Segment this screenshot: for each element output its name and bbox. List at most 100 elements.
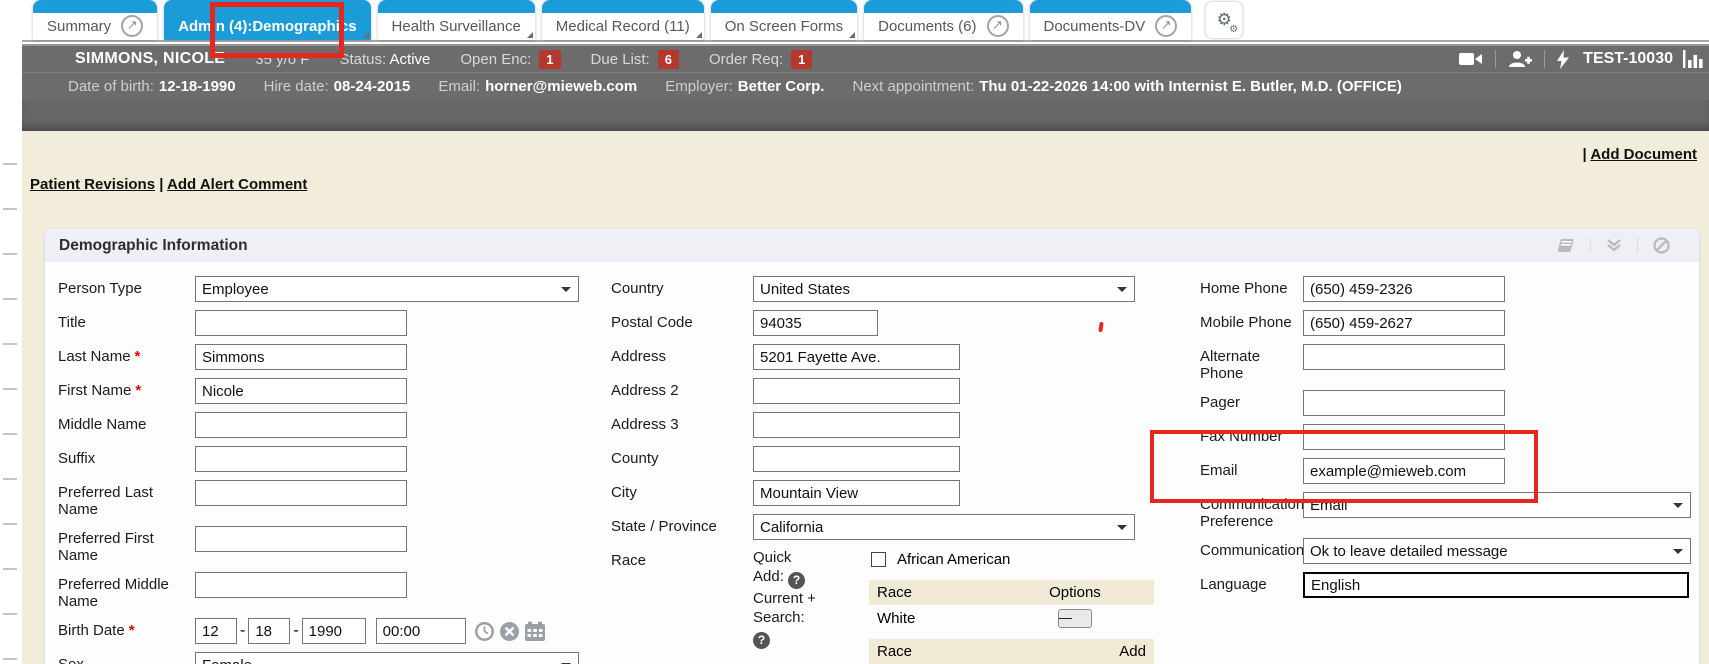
preferred-middle-name-field[interactable] <box>195 572 407 598</box>
first-name-field[interactable] <box>195 378 407 404</box>
tab-corner-fold-icon <box>849 32 855 38</box>
title-field[interactable] <box>195 310 407 336</box>
next-appointment-value: Thu 01-22-2026 14:00 with Internist E. B… <box>979 78 1402 95</box>
remove-race-button[interactable]: — <box>1058 609 1092 628</box>
order-req-label: Order Req: <box>709 51 783 68</box>
state-province-select[interactable]: California <box>753 514 1135 540</box>
preferred-first-name-field[interactable] <box>195 526 407 552</box>
tab-settings[interactable]: ⚙ ⚙ <box>1206 2 1242 38</box>
tab-documents-dv-label: Documents-DV <box>1044 18 1146 35</box>
form-row-country: Country United States <box>611 276 1156 302</box>
middle-name-field[interactable] <box>195 412 407 438</box>
sex-select[interactable]: Female <box>195 652 579 664</box>
clear-date-icon[interactable] <box>499 621 520 642</box>
field-label: Address 2 <box>611 378 753 404</box>
field-label: Country <box>611 276 753 302</box>
add-alert-comment-link[interactable]: Add Alert Comment <box>167 176 307 193</box>
help-icon[interactable]: ? <box>788 572 805 589</box>
birth-year-field[interactable] <box>302 618 366 644</box>
selected-value: Email <box>1310 497 1348 514</box>
open-enc-badge[interactable]: 1 <box>539 50 560 69</box>
preferred-last-name-field[interactable] <box>195 480 407 506</box>
person-type-select[interactable]: Employee <box>195 276 579 302</box>
due-list-label: Due List: <box>591 51 650 68</box>
link-separator: | <box>1583 146 1587 163</box>
form-row-address-2: Address 2 <box>611 378 1156 404</box>
add-person-icon[interactable] <box>1508 50 1532 68</box>
tab-health-surveillance[interactable]: Health Surveillance <box>378 0 535 40</box>
tab-summary[interactable]: Summary ↗ <box>33 0 157 40</box>
field-label: Language <box>1200 572 1303 598</box>
county-field[interactable] <box>753 446 960 472</box>
address-3-field[interactable] <box>753 412 960 438</box>
form-row-communication: Communication Ok to leave detailed messa… <box>1200 538 1709 564</box>
add-document-link[interactable]: Add Document <box>1590 146 1697 163</box>
current-search-text: Current + <box>753 590 816 607</box>
birth-time-field[interactable] <box>376 618 466 644</box>
tab-medical-record[interactable]: Medical Record (11) <box>542 0 704 40</box>
pager-field[interactable] <box>1303 390 1505 416</box>
tab-documents[interactable]: Documents (6) ↗ <box>864 0 1022 40</box>
tab-documents-dv[interactable]: Documents-DV ↗ <box>1030 0 1192 40</box>
field-label: Preferred Last Name <box>58 480 195 518</box>
field-label: Preferred First Name <box>58 526 195 564</box>
current-search-text: Search: <box>753 609 805 626</box>
birth-day-field[interactable] <box>248 618 290 644</box>
race-quick-add-help: Quick Add: ? Current + Search: ? <box>753 548 861 664</box>
language-field[interactable] <box>1303 572 1689 598</box>
suffix-field[interactable] <box>195 446 407 472</box>
clock-icon[interactable] <box>474 621 495 642</box>
field-label: Postal Code <box>611 310 753 336</box>
gear-icon: ⚙ <box>1229 24 1238 35</box>
field-label: Suffix <box>58 446 195 472</box>
help-icon[interactable]: ? <box>753 632 770 649</box>
postal-code-field[interactable] <box>753 310 878 336</box>
alternate-phone-field[interactable] <box>1303 344 1505 370</box>
field-label: Pager <box>1200 390 1303 416</box>
form-row-alternate-phone: Alternate Phone <box>1200 344 1709 382</box>
last-name-field[interactable] <box>195 344 407 370</box>
video-camera-icon[interactable] <box>1459 51 1483 67</box>
field-label: Mobile Phone <box>1200 310 1303 336</box>
communication-select[interactable]: Ok to leave detailed message <box>1303 538 1691 564</box>
tab-admin-demographics[interactable]: Admin (4):Demographics <box>164 0 370 40</box>
hire-date-value: 08-24-2015 <box>334 78 411 95</box>
due-list-badge[interactable]: 6 <box>658 50 679 69</box>
patient-revisions-link[interactable]: Patient Revisions <box>30 176 155 193</box>
journal-icon[interactable] <box>1541 238 1590 253</box>
selected-value: Employee <box>202 281 269 298</box>
external-link-icon[interactable]: ↗ <box>1155 15 1177 37</box>
order-req-badge[interactable]: 1 <box>791 50 812 69</box>
calendar-icon[interactable] <box>524 621 546 642</box>
disable-icon[interactable] <box>1637 237 1685 254</box>
form-row-preferred-last-name: Preferred Last Name <box>58 480 603 518</box>
home-phone-field[interactable] <box>1303 276 1505 302</box>
collapse-chevrons-icon[interactable] <box>1590 239 1637 252</box>
tab-forms-label: On Screen Forms <box>725 18 843 35</box>
form-column-1: Person Type Employee Title Last Name* Fi… <box>58 276 603 664</box>
chart-icon[interactable] <box>1683 50 1705 68</box>
form-row-home-phone: Home Phone <box>1200 276 1709 302</box>
fax-number-field[interactable] <box>1303 424 1505 450</box>
lightning-icon[interactable] <box>1557 50 1569 69</box>
open-enc-label: Open Enc: <box>460 51 531 68</box>
mobile-phone-field[interactable] <box>1303 310 1505 336</box>
external-link-icon[interactable]: ↗ <box>987 15 1009 37</box>
email-field[interactable] <box>1303 458 1505 484</box>
field-label: Person Type <box>58 276 195 302</box>
tab-on-screen-forms[interactable]: On Screen Forms <box>711 0 857 40</box>
city-field[interactable] <box>753 480 960 506</box>
field-label: Sex <box>58 652 195 664</box>
communication-preference-select[interactable]: Email <box>1303 492 1691 518</box>
field-label: Preferred Middle Name <box>58 572 195 610</box>
african-american-checkbox[interactable] <box>871 552 886 567</box>
country-select[interactable]: United States <box>753 276 1135 302</box>
birth-month-field[interactable] <box>195 618 237 644</box>
form-row-person-type: Person Type Employee <box>58 276 603 302</box>
address-2-field[interactable] <box>753 378 960 404</box>
address-field[interactable] <box>753 344 960 370</box>
external-link-icon[interactable]: ↗ <box>121 15 143 37</box>
form-row-birth-date: Birth Date* - - <box>58 618 603 644</box>
form-row-race: Race Quick Add: ? Current + Search: ? <box>611 548 1156 664</box>
header-shadow-bar <box>22 100 1709 131</box>
